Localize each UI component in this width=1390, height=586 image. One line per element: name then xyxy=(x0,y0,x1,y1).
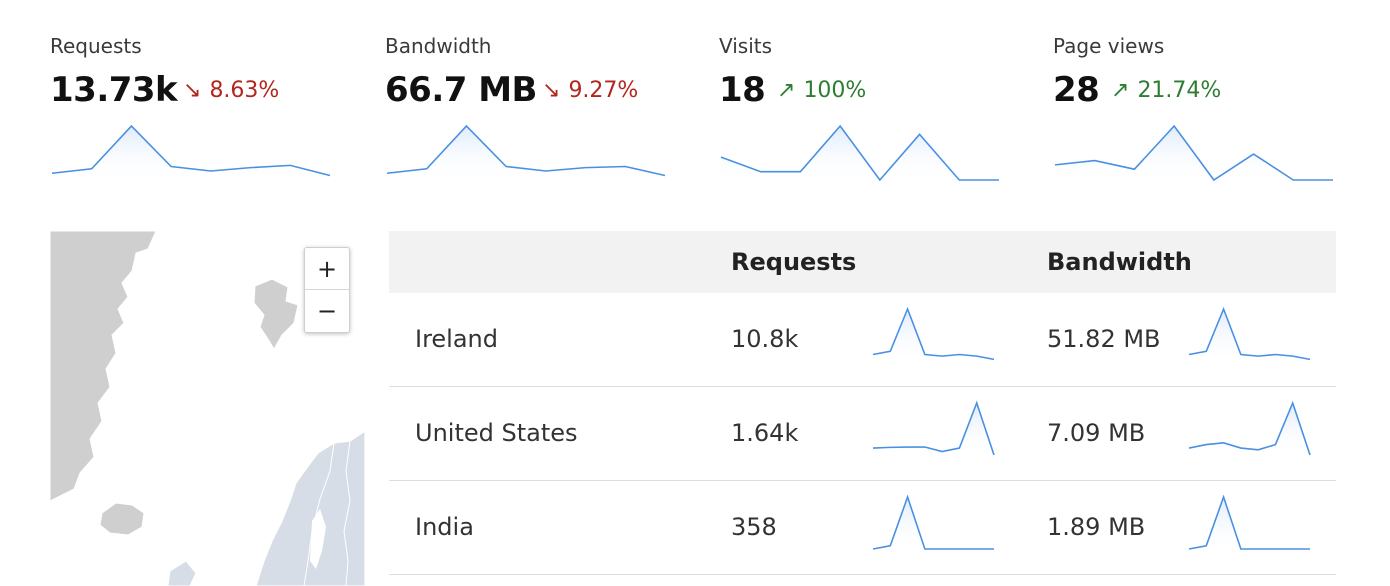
metric-sparkline xyxy=(51,124,331,182)
map-region-svalbard[interactable] xyxy=(253,278,299,350)
country-name: Ireland xyxy=(415,325,499,353)
table-row[interactable]: Ireland 10.8k 51.82 MB xyxy=(389,293,1336,387)
arrow-up-right-icon: ↗ xyxy=(777,78,796,103)
metric-delta-value: 21.74% xyxy=(1137,78,1222,103)
requests-sparkline xyxy=(872,306,995,363)
metric-label: Requests xyxy=(50,34,142,58)
metric-delta: ↘ 9.27% xyxy=(542,78,638,103)
metric-visits: Visits 18 ↗ 100% xyxy=(719,0,1019,200)
table-row[interactable]: United States 1.64k 7.09 MB xyxy=(389,387,1336,481)
bandwidth-sparkline xyxy=(1188,494,1310,551)
metric-delta-value: 8.63% xyxy=(209,78,280,103)
metric-sparkline xyxy=(386,124,666,182)
requests-value: 358 xyxy=(731,513,777,541)
bandwidth-sparkline xyxy=(1188,400,1311,457)
bandwidth-sparkline xyxy=(1188,306,1311,363)
map-region-greenland[interactable] xyxy=(50,231,157,502)
map-region-iceland[interactable] xyxy=(99,502,145,536)
metric-delta-value: 9.27% xyxy=(568,78,639,103)
metric-sparkline xyxy=(720,124,999,182)
metric-value: 13.73k xyxy=(50,70,178,110)
zoom-in-button[interactable]: + xyxy=(305,248,349,290)
requests-value: 1.64k xyxy=(731,419,799,447)
zoom-out-button[interactable]: − xyxy=(305,290,349,331)
header-bandwidth[interactable]: Bandwidth xyxy=(1047,248,1192,276)
metric-requests: Requests 13.73k ↘ 8.63% xyxy=(50,0,350,200)
table-header: Requests Bandwidth xyxy=(389,231,1336,293)
metric-label: Bandwidth xyxy=(385,34,492,58)
bandwidth-value: 1.89 MB xyxy=(1047,513,1146,541)
metric-sparkline xyxy=(1054,124,1333,182)
metric-delta-value: 100% xyxy=(803,78,867,103)
metric-value: 28 xyxy=(1053,70,1100,110)
sparkline-area xyxy=(387,126,665,182)
arrow-up-right-icon: ↗ xyxy=(1111,78,1130,103)
sparkline-line xyxy=(1188,494,1310,550)
requests-value: 10.8k xyxy=(731,325,799,353)
arrow-down-right-icon: ↘ xyxy=(183,78,202,103)
metric-page-views: Page views 28 ↗ 21.74% xyxy=(1053,0,1353,200)
metric-value: 66.7 MB xyxy=(385,70,537,110)
requests-sparkline xyxy=(872,494,994,551)
metric-bandwidth: Bandwidth 66.7 MB ↘ 9.27% xyxy=(385,0,685,200)
metric-label: Visits xyxy=(719,34,773,58)
header-requests[interactable]: Requests xyxy=(731,248,856,276)
bandwidth-value: 7.09 MB xyxy=(1047,419,1146,447)
metric-label: Page views xyxy=(1053,34,1165,58)
arrow-down-right-icon: ↘ xyxy=(542,78,561,103)
sparkline-line xyxy=(872,494,994,550)
requests-sparkline xyxy=(872,400,995,457)
metric-value: 18 xyxy=(719,70,766,110)
sparkline-area xyxy=(52,126,330,182)
map-region-uk[interactable] xyxy=(167,560,197,586)
table-row[interactable]: India 358 1.89 MB xyxy=(389,481,1336,575)
metric-delta: ↘ 8.63% xyxy=(183,78,279,103)
metric-delta: ↗ 100% xyxy=(777,78,866,103)
country-table: Requests Bandwidth Ireland 10.8k 51.82 M… xyxy=(389,231,1336,575)
map-zoom-control: + − xyxy=(304,247,350,333)
country-name: India xyxy=(415,513,474,541)
country-name: United States xyxy=(415,419,578,447)
metric-delta: ↗ 21.74% xyxy=(1111,78,1221,103)
bandwidth-value: 51.82 MB xyxy=(1047,325,1161,353)
